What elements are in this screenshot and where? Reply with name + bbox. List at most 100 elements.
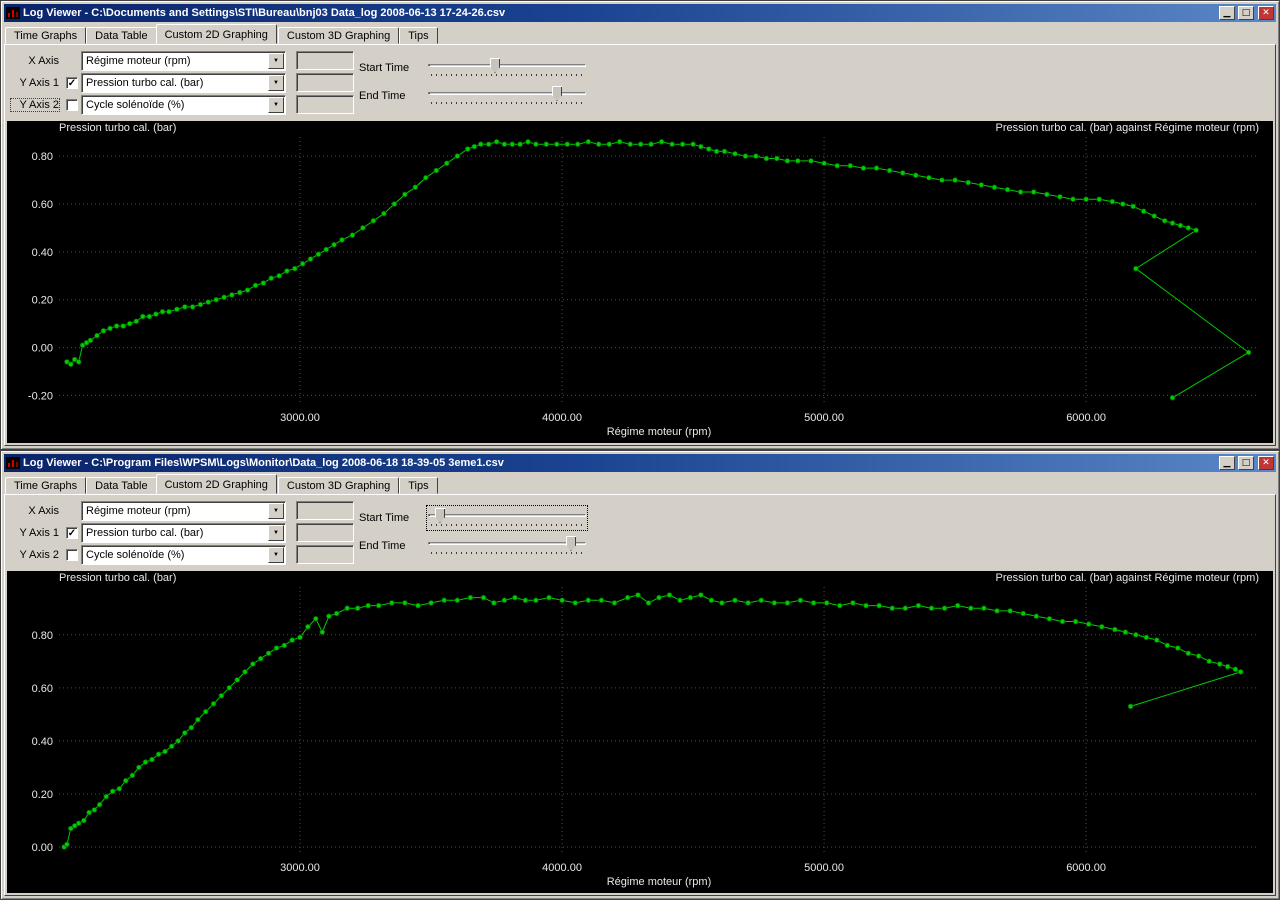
svg-text:Régime moteur (rpm): Régime moteur (rpm) xyxy=(607,876,712,888)
tab-strip: Time Graphs Data Table Custom 2D Graphin… xyxy=(4,472,1276,494)
y-axis-1-select[interactable]: Pression turbo cal. (bar) ▼ xyxy=(81,522,286,543)
svg-text:5000.00: 5000.00 xyxy=(804,412,844,424)
close-icon: ✕ xyxy=(1262,457,1270,468)
y-axis-1-select[interactable]: Pression turbo cal. (bar) ▼ xyxy=(81,72,286,93)
x-axis-select[interactable]: Régime moteur (rpm) ▼ xyxy=(81,50,286,71)
y-axis-2-info-box xyxy=(296,545,354,564)
svg-text:Pression turbo cal. (bar): Pression turbo cal. (bar) xyxy=(59,122,176,134)
svg-text:0.00: 0.00 xyxy=(32,343,53,355)
tab-page-custom-2d: X Axis Régime moteur (rpm) ▼ Y Axis 1 ✓ … xyxy=(4,44,1276,446)
window-title: Log Viewer - C:\Program Files\WPSM\Logs\… xyxy=(23,457,504,469)
svg-text:3000.00: 3000.00 xyxy=(280,862,320,874)
y-axis-2-select[interactable]: Cycle solénoïde (%) ▼ xyxy=(81,94,286,115)
y-axis-2-checkbox[interactable] xyxy=(66,548,78,561)
svg-text:0.00: 0.00 xyxy=(32,842,53,854)
window-title: Log Viewer - C:\Documents and Settings\S… xyxy=(23,7,506,19)
slider-ticks xyxy=(431,74,583,76)
chevron-down-icon[interactable]: ▼ xyxy=(268,524,284,541)
close-button[interactable]: ✕ xyxy=(1258,456,1274,470)
tab-custom-2d-graphing[interactable]: Custom 2D Graphing xyxy=(155,474,277,494)
maximize-icon: □ xyxy=(1241,457,1251,468)
tab-tips[interactable]: Tips xyxy=(399,477,438,494)
scatter-plot: 3000.00 4000.00 5000.00 6000.00 0.00 0.20 0.40… xyxy=(7,571,1273,893)
title-bar[interactable]: Log Viewer - C:\Program Files\WPSM\Logs\… xyxy=(4,454,1276,472)
y-axis-2-value: Cycle solénoïde (%) xyxy=(86,548,185,561)
svg-text:Pression turbo cal. (bar): Pression turbo cal. (bar) xyxy=(59,572,176,584)
svg-text:0.60: 0.60 xyxy=(32,683,53,695)
maximize-icon: □ xyxy=(1241,7,1251,18)
app-icon xyxy=(6,7,20,19)
y-axis-2-checkbox[interactable] xyxy=(66,98,78,111)
y-axis-1-checkbox[interactable]: ✓ xyxy=(66,526,78,539)
y-axis-2-value: Cycle solénoïde (%) xyxy=(86,98,185,111)
svg-text:0.40: 0.40 xyxy=(32,736,53,748)
start-time-label: Start Time xyxy=(359,62,410,74)
tab-data-table[interactable]: Data Table xyxy=(86,27,157,44)
y-axis-1-value: Pression turbo cal. (bar) xyxy=(86,76,204,89)
svg-text:0.20: 0.20 xyxy=(32,295,53,307)
x-axis-label: X Axis xyxy=(28,54,59,67)
x-axis-select[interactable]: Régime moteur (rpm) ▼ xyxy=(81,500,286,521)
svg-text:0.80: 0.80 xyxy=(32,151,53,163)
svg-text:4000.00: 4000.00 xyxy=(542,862,582,874)
y-axis-1-label: Y Axis 1 xyxy=(19,76,59,89)
slider-thumb[interactable] xyxy=(566,536,576,551)
svg-text:Pression turbo cal. (bar) agai: Pression turbo cal. (bar) against Régime… xyxy=(996,572,1259,584)
slider-groove xyxy=(428,92,586,95)
end-time-slider[interactable] xyxy=(428,535,586,557)
minimize-icon: ▁ xyxy=(1223,7,1231,18)
graph-controls: X Axis Régime moteur (rpm) ▼ Y Axis 1 ✓ … xyxy=(7,47,1273,119)
svg-text:0.80: 0.80 xyxy=(32,630,53,642)
end-time-slider[interactable] xyxy=(428,85,586,107)
log-viewer-window-2: Log Viewer - C:\Program Files\WPSM\Logs\… xyxy=(0,450,1280,900)
chevron-down-icon[interactable]: ▼ xyxy=(268,502,284,519)
svg-text:6000.00: 6000.00 xyxy=(1066,862,1106,874)
slider-thumb[interactable] xyxy=(552,86,562,101)
y-axis-1-info-box xyxy=(296,73,354,92)
svg-text:4000.00: 4000.00 xyxy=(542,412,582,424)
tab-data-table[interactable]: Data Table xyxy=(86,477,157,494)
x-axis-info-box xyxy=(296,501,354,520)
y-axis-1-checkbox[interactable]: ✓ xyxy=(66,76,78,89)
slider-groove xyxy=(428,542,586,545)
y-axis-2-label: Y Axis 2 xyxy=(19,548,59,561)
chevron-down-icon[interactable]: ▼ xyxy=(268,52,284,69)
chevron-down-icon[interactable]: ▼ xyxy=(268,96,284,113)
start-time-label: Start Time xyxy=(359,512,410,524)
y-axis-2-select[interactable]: Cycle solénoïde (%) ▼ xyxy=(81,544,286,565)
start-time-slider[interactable] xyxy=(426,505,588,531)
maximize-button[interactable]: □ xyxy=(1238,456,1254,470)
svg-text:-0.20: -0.20 xyxy=(28,390,53,402)
tab-strip: Time Graphs Data Table Custom 2D Graphin… xyxy=(4,22,1276,44)
y-axis-2-info-box xyxy=(296,95,354,114)
tab-time-graphs[interactable]: Time Graphs xyxy=(5,477,87,494)
svg-text:Régime moteur (rpm): Régime moteur (rpm) xyxy=(607,426,712,438)
start-time-slider[interactable] xyxy=(428,57,586,79)
chevron-down-icon[interactable]: ▼ xyxy=(268,74,284,91)
tab-custom-3d-graphing[interactable]: Custom 3D Graphing xyxy=(277,27,400,44)
end-time-label: End Time xyxy=(359,540,406,552)
maximize-button[interactable]: □ xyxy=(1238,6,1254,20)
title-bar[interactable]: Log Viewer - C:\Documents and Settings\S… xyxy=(4,4,1276,22)
chevron-down-icon[interactable]: ▼ xyxy=(268,546,284,563)
close-button[interactable]: ✕ xyxy=(1258,6,1274,20)
minimize-button[interactable]: ▁ xyxy=(1219,456,1235,470)
tab-custom-3d-graphing[interactable]: Custom 3D Graphing xyxy=(277,477,400,494)
x-axis-info-box xyxy=(296,51,354,70)
svg-text:0.20: 0.20 xyxy=(32,789,53,801)
tab-custom-2d-graphing[interactable]: Custom 2D Graphing xyxy=(155,24,277,44)
minimize-button[interactable]: ▁ xyxy=(1219,6,1235,20)
y-axis-1-label: Y Axis 1 xyxy=(19,526,59,539)
scatter-plot: 3000.00 4000.00 5000.00 6000.00 -0.20 0.00 0.2… xyxy=(7,121,1273,443)
log-viewer-window-1: Log Viewer - C:\Documents and Settings\S… xyxy=(0,0,1280,450)
slider-thumb[interactable] xyxy=(490,58,500,73)
y-axis-1-value: Pression turbo cal. (bar) xyxy=(86,526,204,539)
tab-time-graphs[interactable]: Time Graphs xyxy=(5,27,87,44)
slider-thumb[interactable] xyxy=(435,508,445,523)
svg-text:0.40: 0.40 xyxy=(32,247,53,259)
y-axis-2-label: Y Axis 2 xyxy=(10,97,60,112)
svg-text:5000.00: 5000.00 xyxy=(804,862,844,874)
svg-text:Pression turbo cal. (bar) agai: Pression turbo cal. (bar) against Régime… xyxy=(996,122,1259,134)
close-icon: ✕ xyxy=(1262,7,1270,18)
tab-tips[interactable]: Tips xyxy=(399,27,438,44)
